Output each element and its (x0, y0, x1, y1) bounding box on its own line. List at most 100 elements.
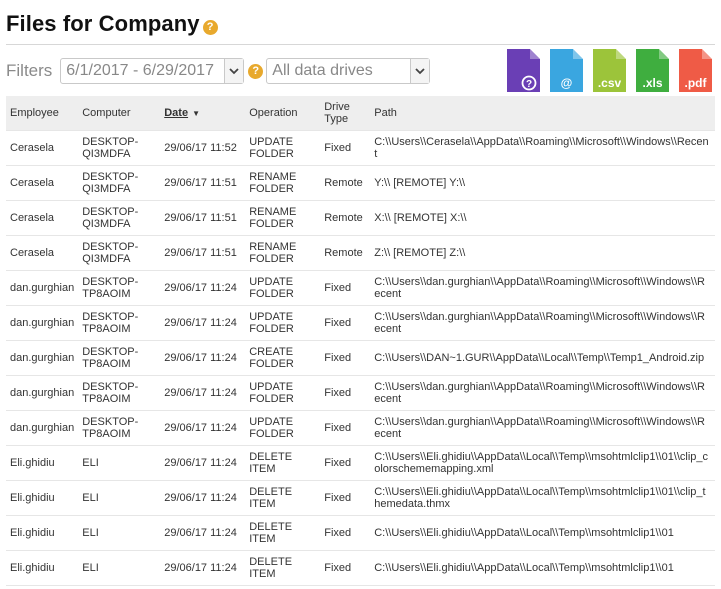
drive-type-cell: Fixed (320, 444, 371, 480)
operation-cell: CREATE FOLDER (245, 339, 321, 375)
path-cell: Y:\\ [REMOTE] Y:\\ (370, 164, 715, 200)
date-cell: 29/06/17 11:24 (160, 479, 246, 515)
drive-type-cell: Fixed (320, 374, 371, 410)
column-header-path[interactable]: Path (370, 96, 715, 130)
computer-cell: ELI (78, 514, 161, 550)
table-row[interactable]: dan.gurghian DESKTOP- TP8AOIM 29/06/17 11:2… (6, 409, 715, 445)
table-row[interactable]: Eli.ghidiu ELI 29/06/17 11:24 DELETE ITEM Fix… (6, 514, 715, 550)
sort-desc-icon[interactable]: ▼ (192, 109, 200, 118)
chevron-down-icon[interactable] (224, 59, 244, 83)
drive-type-cell: Fixed (320, 409, 371, 445)
table-row[interactable]: dan.gurghian DESKTOP- TP8AOIM 29/06/17 11:2… (6, 374, 715, 410)
files-table: Employee Computer Date ▼ Operation Drive … (6, 96, 715, 586)
employee-cell: Eli.ghidiu (6, 479, 79, 515)
page-header: Files for Company ? (6, 8, 218, 40)
computer-cell: DESKTOP- TP8AOIM (78, 339, 161, 375)
operation-cell: RENAME FOLDER (245, 199, 321, 235)
pdf-export-button[interactable]: .pdf (679, 49, 712, 92)
path-cell: C:\\Users\\dan.gurghian\\AppData\\Roamin… (370, 374, 715, 410)
table-row[interactable]: Eli.ghidiu ELI 29/06/17 11:24 DELETE ITEM Fix… (6, 444, 715, 480)
column-header-employee[interactable]: Employee (6, 96, 79, 130)
date-cell: 29/06/17 11:51 (160, 234, 246, 270)
employee-cell: dan.gurghian (6, 304, 79, 340)
csv-export-button[interactable]: .csv (593, 49, 626, 92)
operation-cell: DELETE ITEM (245, 444, 321, 480)
path-cell: C:\\Users\\Cerasela\\AppData\\Roaming\\M… (370, 129, 715, 165)
column-header-operation[interactable]: Operation (245, 96, 321, 130)
table-row[interactable]: Cerasela DESKTOP- QI3MDFA 29/06/17 11:51 REN… (6, 234, 715, 270)
employee-cell: dan.gurghian (6, 269, 79, 305)
operation-cell: DELETE ITEM (245, 549, 321, 586)
filters-bar: Filters 6/1/2017 - 6/29/2017 ? All data … (6, 57, 431, 85)
path-cell: C:\\Users\\DAN~1.GUR\\AppData\\Local\\Te… (370, 339, 715, 375)
table-row[interactable]: Cerasela DESKTOP- QI3MDFA 29/06/17 11:51 REN… (6, 199, 715, 235)
drive-type-cell: Remote (320, 164, 371, 200)
table-row[interactable]: dan.gurghian DESKTOP- TP8AOIM 29/06/17 11:2… (6, 304, 715, 340)
help-export-button[interactable]: ? (507, 49, 540, 92)
email-export-button[interactable]: @ (550, 49, 583, 92)
path-cell: C:\\Users\\Eli.ghidiu\\AppData\\Local\\T… (370, 549, 715, 586)
email-export-label: @ (560, 76, 573, 90)
export-toolbar: ? @ .csv .xls .pdf (507, 49, 712, 92)
operation-cell: RENAME FOLDER (245, 164, 321, 200)
computer-cell: DESKTOP- TP8AOIM (78, 269, 161, 305)
operation-cell: UPDATE FOLDER (245, 304, 321, 340)
data-drive-value: All data drives (272, 62, 373, 79)
computer-cell: ELI (78, 444, 161, 480)
date-cell: 29/06/17 11:51 (160, 164, 246, 200)
date-cell: 29/06/17 11:24 (160, 374, 246, 410)
computer-cell: DESKTOP- QI3MDFA (78, 129, 161, 165)
employee-cell: dan.gurghian (6, 409, 79, 445)
operation-cell: UPDATE FOLDER (245, 374, 321, 410)
date-cell: 29/06/17 11:24 (160, 514, 246, 550)
computer-cell: DESKTOP- QI3MDFA (78, 199, 161, 235)
help-icon[interactable]: ? (202, 19, 218, 35)
xls-export-button[interactable]: .xls (636, 49, 669, 92)
title-divider (6, 44, 715, 45)
employee-cell: Cerasela (6, 234, 79, 270)
column-header-drive-type[interactable]: Drive Type (320, 96, 371, 130)
date-cell: 29/06/17 11:24 (160, 549, 246, 586)
path-cell: C:\\Users\\Eli.ghidiu\\AppData\\Local\\T… (370, 444, 715, 480)
employee-cell: Cerasela (6, 164, 79, 200)
drive-type-cell: Fixed (320, 269, 371, 305)
employee-cell: Cerasela (6, 129, 79, 165)
table-row[interactable]: Eli.ghidiu ELI 29/06/17 11:24 DELETE ITEM Fix… (6, 549, 715, 586)
path-cell: C:\\Users\\dan.gurghian\\AppData\\Roamin… (370, 304, 715, 340)
column-header-computer[interactable]: Computer (78, 96, 161, 130)
help-icon[interactable]: ? (248, 63, 264, 79)
date-range-select[interactable]: 6/1/2017 - 6/29/2017 (60, 58, 245, 84)
employee-cell: Eli.ghidiu (6, 444, 79, 480)
date-cell: 29/06/17 11:24 (160, 304, 246, 340)
table-row[interactable]: Cerasela DESKTOP- QI3MDFA 29/06/17 11:51 REN… (6, 164, 715, 200)
computer-cell: DESKTOP- QI3MDFA (78, 234, 161, 270)
data-drive-select[interactable]: All data drives (266, 58, 431, 84)
computer-cell: DESKTOP- TP8AOIM (78, 409, 161, 445)
chevron-down-icon[interactable] (410, 59, 430, 83)
table-row[interactable]: dan.gurghian DESKTOP- TP8AOIM 29/06/17 11:2… (6, 269, 715, 305)
computer-cell: ELI (78, 549, 161, 586)
column-header-date[interactable]: Date ▼ (160, 96, 246, 130)
path-cell: X:\\ [REMOTE] X:\\ (370, 199, 715, 235)
employee-cell: Eli.ghidiu (6, 514, 79, 550)
computer-cell: DESKTOP- TP8AOIM (78, 304, 161, 340)
csv-export-label: .csv (597, 76, 622, 90)
employee-cell: Eli.ghidiu (6, 549, 79, 586)
date-range-value: 6/1/2017 - 6/29/2017 (66, 62, 214, 79)
table-header-row: Employee Computer Date ▼ Operation Drive … (6, 96, 715, 130)
operation-cell: UPDATE FOLDER (245, 129, 321, 165)
date-header-label[interactable]: Date (164, 107, 188, 119)
path-cell: C:\\Users\\dan.gurghian\\AppData\\Roamin… (370, 409, 715, 445)
path-cell: C:\\Users\\Eli.ghidiu\\AppData\\Local\\T… (370, 514, 715, 550)
table-row[interactable]: dan.gurghian DESKTOP- TP8AOIM 29/06/17 11:2… (6, 339, 715, 375)
computer-cell: DESKTOP- TP8AOIM (78, 374, 161, 410)
operation-cell: DELETE ITEM (245, 514, 321, 550)
filters-label: Filters (6, 61, 53, 80)
date-cell: 29/06/17 11:24 (160, 409, 246, 445)
table-row[interactable]: Cerasela DESKTOP- QI3MDFA 29/06/17 11:52 UPD… (6, 129, 715, 165)
path-cell: Z:\\ [REMOTE] Z:\\ (370, 234, 715, 270)
employee-cell: Cerasela (6, 199, 79, 235)
table-row[interactable]: Eli.ghidiu ELI 29/06/17 11:24 DELETE ITEM Fix… (6, 479, 715, 515)
pdf-export-label: .pdf (684, 76, 707, 90)
date-cell: 29/06/17 11:24 (160, 269, 246, 305)
